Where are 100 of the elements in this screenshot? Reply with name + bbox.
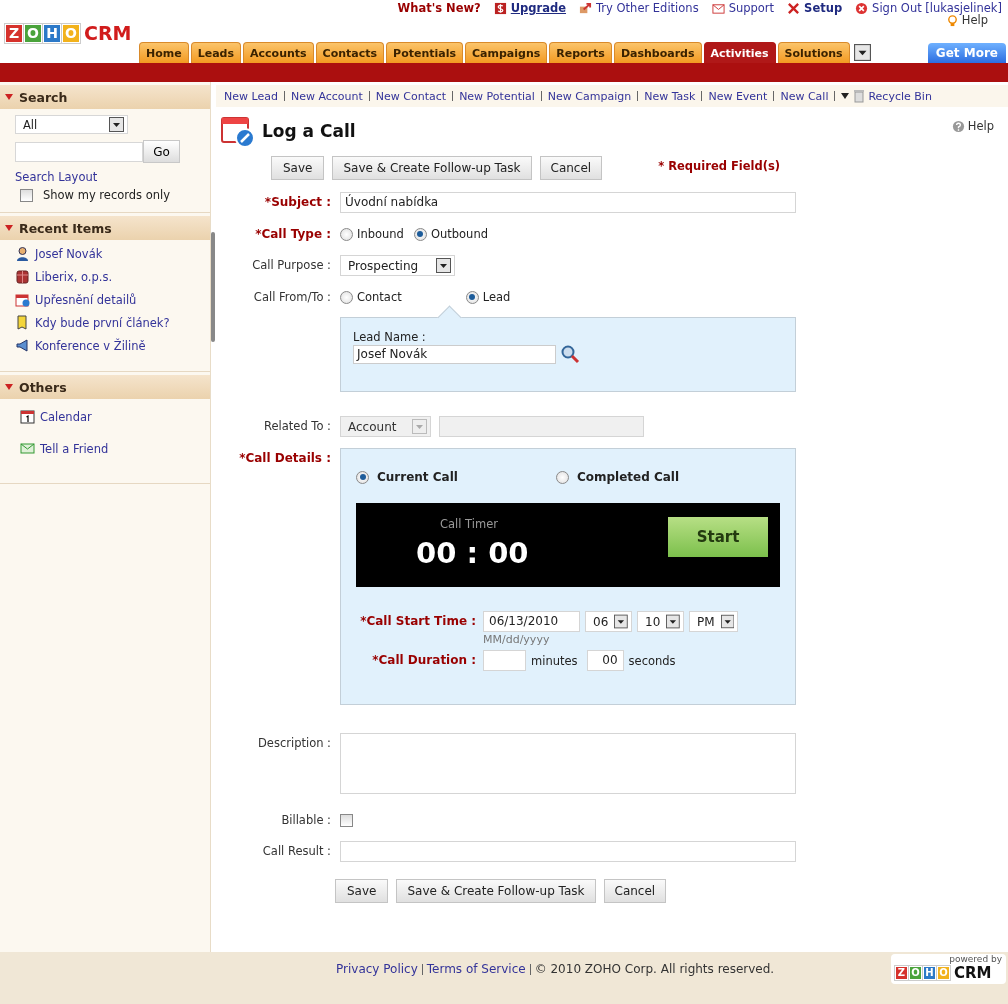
form-button[interactable]: Save: [271, 156, 325, 180]
envelope-icon: [20, 441, 35, 456]
footer-link[interactable]: Terms of Service: [426, 962, 526, 976]
minutes-field[interactable]: [483, 650, 526, 671]
radio-label: Outbound: [430, 227, 488, 241]
collapse-handle[interactable]: [211, 232, 215, 342]
header-link[interactable]: Try Other Editions: [579, 1, 699, 15]
radio-button[interactable]: [413, 227, 427, 241]
timer-display: 00 : 00: [416, 536, 529, 570]
checkbox[interactable]: [340, 814, 353, 827]
radio-label: Inbound: [357, 227, 404, 241]
field-label: *Call Start Time :: [359, 613, 476, 630]
nav-tab[interactable]: Accounts: [243, 42, 314, 63]
radio-label: Contact: [357, 290, 402, 304]
search-field[interactable]: [15, 141, 143, 162]
header-link[interactable]: Sign Out [lukasjelinek]: [855, 1, 1002, 15]
description-field[interactable]: [340, 733, 796, 794]
nav-tab[interactable]: Activities: [703, 42, 776, 63]
unit-label: seconds: [628, 653, 676, 668]
related-to-field[interactable]: [439, 416, 644, 437]
logo-letter: H: [43, 23, 61, 43]
header-link[interactable]: Upgrade: [493, 1, 566, 15]
nav-tab[interactable]: Contacts: [315, 42, 385, 63]
logo-letter: H: [923, 966, 936, 980]
form-button[interactable]: Save & Create Follow-up Task: [396, 879, 596, 903]
help-link[interactable]: Help: [951, 119, 994, 133]
dropdown-value: PM: [697, 614, 715, 629]
sidebar-link[interactable]: Konference v Žilině: [15, 338, 210, 353]
header-link[interactable]: What's New?: [397, 1, 481, 15]
more-tabs-icon[interactable]: [853, 44, 871, 61]
lead-name-field[interactable]: Josef Novák: [353, 344, 556, 364]
checkbox-label: Show my records only: [43, 188, 171, 202]
nav-tab[interactable]: Solutions: [777, 42, 850, 63]
radio-button[interactable]: [356, 470, 369, 484]
form-button[interactable]: Cancel: [603, 879, 667, 903]
radio-button[interactable]: [465, 290, 479, 304]
field-label: *Call Details :: [238, 450, 331, 465]
quick-create-link[interactable]: New Campaign: [547, 89, 632, 103]
envelope-icon: [711, 1, 725, 15]
radio-button[interactable]: [340, 227, 353, 241]
calendar-phone-icon: [15, 292, 30, 307]
search-icon[interactable]: [560, 344, 580, 364]
logo-letter: O: [24, 23, 42, 43]
checkbox[interactable]: [20, 188, 33, 202]
section-header[interactable]: Recent Items: [0, 216, 210, 240]
minute-dropdown[interactable]: 10: [637, 611, 684, 632]
field-label: Related To :: [263, 418, 331, 433]
form-button[interactable]: Save: [335, 879, 389, 903]
quick-create-link[interactable]: New Account: [290, 89, 363, 103]
logo-letter: O: [909, 966, 922, 980]
seconds-field[interactable]: 00: [586, 650, 624, 671]
start-button[interactable]: Start: [668, 517, 768, 557]
call-result-field[interactable]: [340, 841, 796, 862]
subject-field[interactable]: Úvodní nabídka: [340, 192, 796, 213]
hour-dropdown[interactable]: 06: [585, 611, 632, 632]
module-dropdown[interactable]: All: [15, 115, 128, 134]
nav-tab[interactable]: Reports: [549, 42, 612, 63]
caret-down-icon[interactable]: [841, 93, 850, 99]
sidebar-link[interactable]: Calendar: [20, 409, 210, 424]
sidebar-link[interactable]: Tell a Friend: [20, 441, 210, 456]
nav-tab[interactable]: Home: [139, 42, 189, 63]
quick-create-link[interactable]: New Contact: [375, 89, 447, 103]
form-button[interactable]: Save & Create Follow-up Task: [332, 156, 532, 180]
sidebar-link[interactable]: Kdy bude první článek?: [15, 315, 210, 330]
section-header[interactable]: Others: [0, 375, 210, 399]
nav-tab[interactable]: Leads: [190, 42, 241, 63]
go-button[interactable]: Go: [143, 140, 180, 163]
nav-tab[interactable]: Dashboards: [613, 42, 702, 63]
radio-label: Completed Call: [576, 470, 680, 484]
page-title: Log a Call: [262, 121, 356, 141]
ampm-dropdown[interactable]: PM: [689, 611, 738, 632]
quick-create-link[interactable]: New Event: [708, 89, 768, 103]
quick-create-link[interactable]: New Lead: [224, 89, 278, 103]
recycle-bin-link[interactable]: Recycle Bin: [853, 89, 932, 103]
footer-link[interactable]: Privacy Policy: [336, 962, 418, 976]
call-purpose-dropdown[interactable]: Prospecting: [340, 255, 455, 276]
dropdown-value: All: [23, 117, 38, 132]
quick-create-link[interactable]: New Task: [644, 89, 696, 103]
sidebar-link[interactable]: Josef Novák: [15, 246, 210, 261]
nav-tab[interactable]: Potentials: [386, 42, 464, 63]
logo-letter: O: [62, 23, 80, 43]
header-link[interactable]: Setup: [787, 1, 843, 15]
quick-create-link[interactable]: New Potential: [459, 89, 535, 103]
form-button[interactable]: Cancel: [539, 156, 603, 180]
radio-button[interactable]: [340, 290, 353, 304]
date-field[interactable]: 06/13/2010: [483, 611, 580, 632]
search-layout-link[interactable]: Search Layout: [15, 170, 98, 184]
trash-icon: [853, 89, 866, 103]
field-label: Description :: [256, 735, 331, 750]
header-link[interactable]: Support: [711, 1, 775, 15]
quick-create-link[interactable]: New Call: [780, 89, 829, 103]
person-icon: [15, 246, 30, 261]
megaphone-icon: [15, 338, 30, 353]
nav-tab[interactable]: Campaigns: [465, 42, 548, 63]
sidebar-link[interactable]: Liberix, o.p.s.: [15, 269, 210, 284]
sidebar-link[interactable]: Upřesnění detailů: [15, 292, 210, 307]
radio-button[interactable]: [555, 470, 569, 484]
field-label: *Subject :: [263, 194, 331, 209]
section-header[interactable]: Search: [0, 85, 210, 109]
dropdown-value: Account: [348, 419, 397, 434]
